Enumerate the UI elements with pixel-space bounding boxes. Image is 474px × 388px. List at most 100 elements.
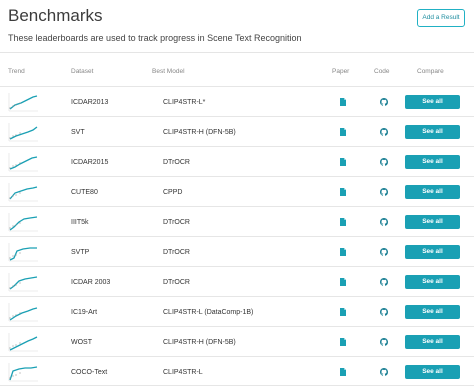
dataset-link[interactable]: SVTP bbox=[71, 237, 89, 267]
see-all-button[interactable]: See all bbox=[405, 245, 460, 259]
best-model-link[interactable]: CLIP4STR-L* bbox=[163, 87, 205, 117]
code-link[interactable] bbox=[379, 87, 388, 117]
code-link[interactable] bbox=[379, 117, 388, 147]
paper-file-icon bbox=[339, 308, 346, 316]
paper-link[interactable] bbox=[339, 207, 346, 237]
add-result-button[interactable]: Add a Result bbox=[417, 9, 465, 27]
paper-link[interactable] bbox=[339, 237, 346, 267]
table-row: WOST CLIP4STR-H (DFN-5B) See all bbox=[0, 326, 474, 356]
see-all-cell: See all bbox=[405, 147, 460, 177]
trend-sparkline[interactable] bbox=[7, 237, 39, 267]
see-all-button[interactable]: See all bbox=[405, 125, 460, 139]
dataset-link[interactable]: ICDAR2013 bbox=[71, 87, 108, 117]
code-link[interactable] bbox=[379, 147, 388, 177]
table-row: ICDAR2013 CLIP4STR-L* See all bbox=[0, 86, 474, 116]
column-header-paper: Paper bbox=[332, 68, 350, 75]
trend-sparkline[interactable] bbox=[7, 207, 39, 237]
best-model-link[interactable]: DTrOCR bbox=[163, 237, 190, 267]
paper-link[interactable] bbox=[339, 117, 346, 147]
trend-sparkline[interactable] bbox=[7, 147, 39, 177]
code-link[interactable] bbox=[379, 357, 388, 387]
see-all-button[interactable]: See all bbox=[405, 155, 460, 169]
trend-sparkline-icon bbox=[8, 123, 38, 142]
github-icon bbox=[379, 188, 388, 196]
github-icon bbox=[379, 98, 388, 106]
dataset-link[interactable]: ICDAR 2003 bbox=[71, 267, 110, 297]
trend-sparkline[interactable] bbox=[7, 87, 39, 117]
dataset-link[interactable]: COCO-Text bbox=[71, 357, 107, 387]
github-icon bbox=[379, 278, 388, 286]
page-subtitle: These leaderboards are used to track pro… bbox=[8, 33, 302, 43]
paper-link[interactable] bbox=[339, 147, 346, 177]
trend-sparkline-icon bbox=[8, 243, 38, 262]
benchmark-table: ICDAR2013 CLIP4STR-L* See all SVT CLIP4S… bbox=[0, 86, 474, 386]
paper-file-icon bbox=[339, 368, 346, 376]
paper-link[interactable] bbox=[339, 357, 346, 387]
trend-sparkline[interactable] bbox=[7, 297, 39, 327]
column-header-dataset: Dataset bbox=[71, 68, 94, 75]
page-title: Benchmarks bbox=[8, 6, 103, 25]
code-link[interactable] bbox=[379, 297, 388, 327]
see-all-button[interactable]: See all bbox=[405, 95, 460, 109]
see-all-cell: See all bbox=[405, 87, 460, 117]
paper-link[interactable] bbox=[339, 297, 346, 327]
github-icon bbox=[379, 338, 388, 346]
best-model-link[interactable]: CLIP4STR-H (DFN-5B) bbox=[163, 117, 236, 147]
dataset-link[interactable]: ICDAR2015 bbox=[71, 147, 108, 177]
trend-sparkline[interactable] bbox=[7, 117, 39, 147]
see-all-cell: See all bbox=[405, 357, 460, 387]
trend-sparkline-icon bbox=[8, 303, 38, 322]
header-divider bbox=[0, 52, 474, 53]
table-row: ICDAR 2003 DTrOCR See all bbox=[0, 266, 474, 296]
see-all-button[interactable]: See all bbox=[405, 335, 460, 349]
trend-sparkline[interactable] bbox=[7, 357, 39, 387]
paper-file-icon bbox=[339, 98, 346, 106]
trend-sparkline-icon bbox=[8, 183, 38, 202]
table-row: SVTP DTrOCR See all bbox=[0, 236, 474, 266]
column-header-trend: Trend bbox=[8, 68, 25, 75]
dataset-link[interactable]: WOST bbox=[71, 327, 92, 357]
code-link[interactable] bbox=[379, 327, 388, 357]
trend-sparkline-icon bbox=[8, 273, 38, 292]
dataset-link[interactable]: IIIT5k bbox=[71, 207, 89, 237]
see-all-button[interactable]: See all bbox=[405, 185, 460, 199]
code-link[interactable] bbox=[379, 177, 388, 207]
code-link[interactable] bbox=[379, 207, 388, 237]
table-row: COCO-Text CLIP4STR-L See all bbox=[0, 356, 474, 386]
paper-link[interactable] bbox=[339, 267, 346, 297]
paper-link[interactable] bbox=[339, 327, 346, 357]
paper-link[interactable] bbox=[339, 177, 346, 207]
see-all-button[interactable]: See all bbox=[405, 365, 460, 379]
see-all-cell: See all bbox=[405, 327, 460, 357]
best-model-link[interactable]: CPPD bbox=[163, 177, 182, 207]
trend-sparkline-icon bbox=[8, 363, 38, 382]
best-model-link[interactable]: DTrOCR bbox=[163, 147, 190, 177]
trend-sparkline-icon bbox=[8, 213, 38, 232]
best-model-link[interactable]: CLIP4STR-L (DataComp-1B) bbox=[163, 297, 253, 327]
github-icon bbox=[379, 158, 388, 166]
trend-sparkline[interactable] bbox=[7, 177, 39, 207]
see-all-button[interactable]: See all bbox=[405, 215, 460, 229]
trend-sparkline[interactable] bbox=[7, 327, 39, 357]
best-model-link[interactable]: CLIP4STR-H (DFN-5B) bbox=[163, 327, 236, 357]
paper-link[interactable] bbox=[339, 87, 346, 117]
paper-file-icon bbox=[339, 218, 346, 226]
see-all-button[interactable]: See all bbox=[405, 305, 460, 319]
best-model-link[interactable]: DTrOCR bbox=[163, 267, 190, 297]
best-model-link[interactable]: CLIP4STR-L bbox=[163, 357, 203, 387]
see-all-button[interactable]: See all bbox=[405, 275, 460, 289]
see-all-cell: See all bbox=[405, 117, 460, 147]
github-icon bbox=[379, 248, 388, 256]
dataset-link[interactable]: CUTE80 bbox=[71, 177, 98, 207]
table-row: ICDAR2015 DTrOCR See all bbox=[0, 146, 474, 176]
code-link[interactable] bbox=[379, 237, 388, 267]
github-icon bbox=[379, 308, 388, 316]
trend-sparkline[interactable] bbox=[7, 267, 39, 297]
dataset-link[interactable]: SVT bbox=[71, 117, 85, 147]
see-all-cell: See all bbox=[405, 237, 460, 267]
code-link[interactable] bbox=[379, 267, 388, 297]
github-icon bbox=[379, 218, 388, 226]
dataset-link[interactable]: IC19-Art bbox=[71, 297, 97, 327]
see-all-cell: See all bbox=[405, 177, 460, 207]
best-model-link[interactable]: DTrOCR bbox=[163, 207, 190, 237]
